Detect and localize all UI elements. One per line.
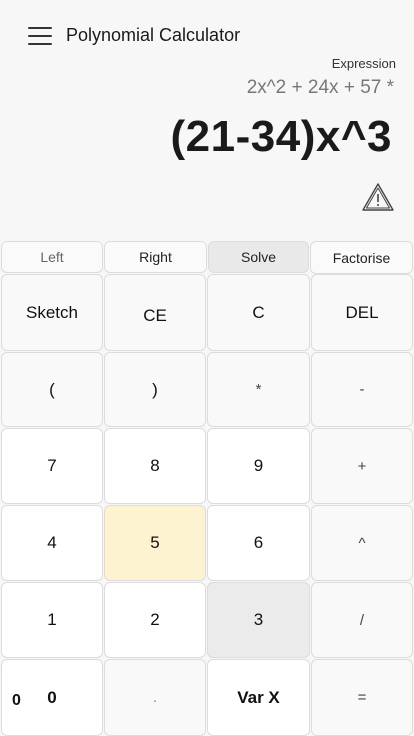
open-paren-button[interactable]: ( (1, 352, 103, 427)
hamburger-menu-icon[interactable] (28, 26, 52, 46)
keypad: Left Right Solve Factorise Sketch CE C D… (0, 241, 414, 736)
digit-9-button[interactable]: 9 (207, 428, 310, 504)
var-x-button[interactable]: Var X (207, 659, 310, 736)
clear-button[interactable]: C (207, 274, 310, 351)
digit-4-button[interactable]: 4 (1, 505, 103, 581)
decimal-point-button[interactable]: . (104, 659, 206, 736)
digit-2-button[interactable]: 2 (104, 582, 206, 658)
tab-factorise[interactable]: Factorise (310, 241, 413, 274)
digit-8-button[interactable]: 8 (104, 428, 206, 504)
tab-left[interactable]: Left (1, 241, 103, 273)
tab-right[interactable]: Right (104, 241, 207, 273)
tab-solve[interactable]: Solve (208, 241, 309, 273)
divide-button[interactable]: / (311, 582, 413, 658)
plus-button[interactable]: + (311, 428, 413, 504)
multiply-button[interactable]: * (207, 352, 310, 427)
power-button[interactable]: ^ (311, 505, 413, 581)
digit-1-button[interactable]: 1 (1, 582, 103, 658)
app-title: Polynomial Calculator (66, 25, 241, 45)
minus-button[interactable]: - (311, 352, 413, 427)
side-zero-indicator: 0 (12, 692, 21, 709)
warning-triangle-icon[interactable] (361, 182, 395, 212)
digit-7-button[interactable]: 7 (1, 428, 103, 504)
main-display-value: (21-34)x^3 (170, 112, 392, 161)
digit-5-button[interactable]: 5 (104, 505, 206, 581)
digit-6-button[interactable]: 6 (207, 505, 310, 581)
equals-button[interactable]: = (311, 659, 413, 736)
expression-label: Expression (331, 56, 396, 71)
delete-button[interactable]: DEL (311, 274, 413, 351)
expression-value: 2x^2 + 24x + 57 * (246, 77, 394, 98)
close-paren-button[interactable]: ) (104, 352, 206, 427)
digit-3-button[interactable]: 3 (207, 582, 310, 658)
clear-entry-button[interactable]: CE (104, 274, 206, 351)
sketch-button[interactable]: Sketch (1, 274, 103, 351)
calculator-app: Polynomial Calculator Expression 2x^2 + … (0, 0, 414, 736)
